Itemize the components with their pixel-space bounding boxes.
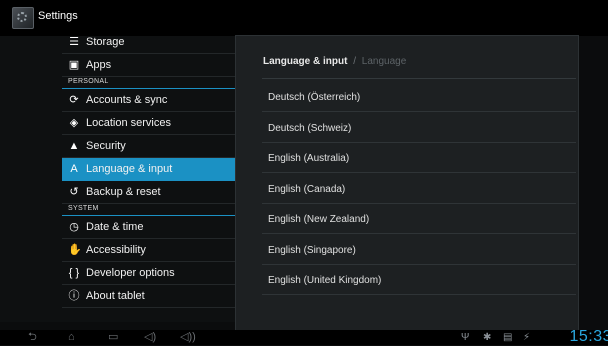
developer-braces-icon: { } [68, 267, 80, 279]
language-list-item[interactable]: English (New Zealand) [262, 204, 576, 234]
backup-icon: ↺ [69, 186, 79, 198]
sidebar-item-label: Security [86, 140, 126, 152]
sidebar-item-accounts-sync[interactable]: ⟳ Accounts & sync [62, 89, 236, 112]
volume-down-icon[interactable]: ◁) [144, 331, 156, 344]
clock-icon: ◷ [69, 221, 79, 233]
breadcrumb-separator: / [353, 56, 357, 67]
sidebar-item-label: Date & time [86, 221, 144, 233]
sidebar-item-security[interactable]: ▲ Security [62, 135, 236, 158]
sidebar-item-label: Location services [86, 117, 171, 129]
recent-apps-icon[interactable]: ▭ [108, 331, 118, 344]
clock[interactable]: 15:33 [569, 328, 608, 346]
language-label: Deutsch (Österreich) [268, 92, 361, 103]
sidebar-item-about-tablet[interactable]: ⓘ About tablet [62, 285, 236, 308]
language-label: English (United Kingdom) [268, 275, 382, 286]
language-list-item[interactable]: English (Canada) [262, 174, 576, 204]
sd-card-icon: ▤ [503, 332, 513, 343]
language-label: English (New Zealand) [268, 214, 370, 225]
settings-gear-icon[interactable] [12, 7, 34, 29]
lock-icon: ▲ [68, 140, 80, 152]
android-debug-icon: ✱ [483, 332, 492, 343]
divider [262, 78, 576, 79]
sidebar-item-label: About tablet [86, 290, 145, 302]
language-label: English (Singapore) [268, 244, 356, 256]
language-list-item[interactable]: English (Singapore) [262, 235, 576, 265]
section-header-system: SYSTEM [62, 204, 236, 216]
apps-icon: ▣ [68, 59, 80, 71]
breadcrumb: Language & input / Language [263, 56, 406, 67]
sidebar-item-label: Accessibility [86, 244, 146, 256]
signal-icon: ⚡ [523, 332, 531, 343]
sidebar-item-label: Backup & reset [86, 186, 161, 198]
sidebar-item-accessibility[interactable]: ✋ Accessibility [62, 239, 236, 262]
language-list-item[interactable]: English (Australia) [262, 143, 576, 173]
sidebar-item-label: Language & input [86, 163, 173, 175]
section-header-label: SYSTEM [68, 205, 99, 212]
info-icon: ⓘ [68, 290, 80, 302]
back-icon[interactable]: ⮌ [28, 331, 37, 344]
sidebar-item-backup-reset[interactable]: ↺ Backup & reset [62, 181, 236, 204]
sync-icon: ⟳ [69, 94, 79, 106]
location-icon: ◈ [69, 117, 79, 129]
language-list-item[interactable]: Deutsch (Schweiz) [262, 113, 576, 143]
language-icon: A [70, 163, 78, 175]
accessibility-hand-icon: ✋ [68, 244, 82, 256]
language-label: Deutsch (Schweiz) [268, 122, 352, 134]
app-title: Settings [38, 10, 78, 22]
volume-up-icon[interactable]: ◁)) [180, 331, 196, 344]
settings-sidebar: ☰ Storage ▣ Apps PERSONAL ⟳ Accounts & sync ◈ Lo… [0, 36, 236, 322]
sidebar-item-apps[interactable]: ▣ Apps [62, 54, 236, 77]
section-header-personal: PERSONAL [62, 77, 236, 89]
sidebar-item-date-time[interactable]: ◷ Date & time [62, 216, 236, 239]
sidebar-item-developer-options[interactable]: { } Developer options [62, 262, 236, 285]
language-label: English (Australia) [268, 153, 350, 164]
sidebar-item-label: Apps [86, 59, 112, 71]
language-list-item[interactable]: Deutsch (Österreich) [262, 82, 576, 112]
home-icon[interactable]: ⌂ [68, 331, 75, 344]
language-list-item[interactable]: English (United Kingdom) [262, 265, 576, 295]
sidebar-item-label: Storage [86, 36, 125, 48]
sidebar-item-label: Developer options [86, 267, 175, 279]
system-navigation-bar: 15:33 ⮌ ⌂ ▭ ◁) ◁)) Ψ ✱ ▤ ⚡ [0, 328, 608, 346]
language-label: English (Canada) [268, 183, 346, 195]
breadcrumb-main[interactable]: Language & input [263, 56, 347, 67]
sidebar-item-storage[interactable]: ☰ Storage [62, 31, 236, 54]
section-header-label: PERSONAL [68, 78, 109, 85]
storage-icon: ☰ [69, 36, 79, 48]
sidebar-item-language-input[interactable]: A Language & input [62, 158, 236, 181]
language-panel: Language & input / Language Deutsch (Öst… [236, 36, 578, 330]
sidebar-item-label: Accounts & sync [86, 94, 168, 106]
usb-icon: Ψ [461, 332, 470, 343]
breadcrumb-current: Language [361, 56, 407, 67]
sidebar-item-location-services[interactable]: ◈ Location services [62, 112, 236, 135]
